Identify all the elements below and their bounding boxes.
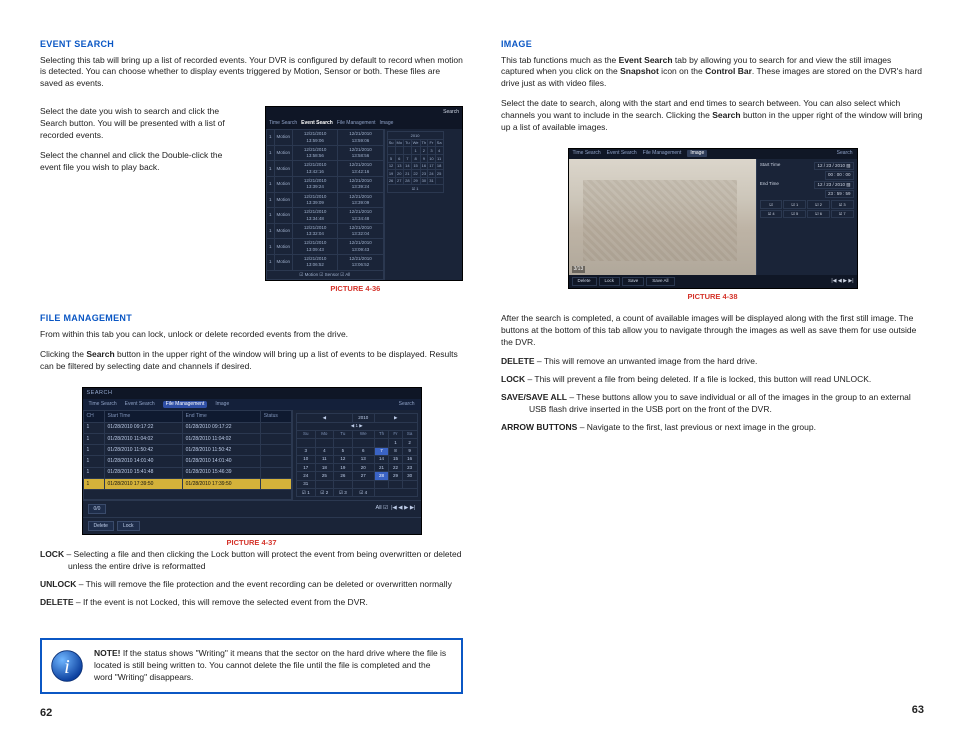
ss37-tab-time: Time Search: [89, 401, 117, 408]
ss37-tab-event: Event Search: [125, 401, 155, 408]
ss36-tab-event: Event Search: [301, 120, 333, 127]
ss37-page: 0/0: [88, 504, 107, 514]
ss38-tab-event: Event Search: [607, 150, 637, 157]
def-delete-r: DELETE – This will remove an unwanted im…: [501, 356, 924, 368]
ss37-side: ◀2010▶ ◀ 1 ▶ SuMoTuWeThFrSa 12 3456789 1…: [292, 410, 420, 500]
page-number-right: 63: [501, 691, 924, 718]
screenshot-4-37: SEARCH Time Search Event Search File Man…: [82, 387, 422, 536]
ss38-search: Search: [837, 150, 853, 157]
caption-4-36: PICTURE 4-36: [248, 284, 463, 295]
ss38-end-date: 12 / 23 / 2010 ▧: [814, 181, 853, 189]
def-save-r: SAVE/SAVE ALL – These buttons allow you …: [501, 392, 924, 416]
def-lock-r: LOCK – This will prevent a file from bei…: [501, 374, 924, 386]
ss38-counter: 3/13: [572, 266, 586, 273]
note-box: i NOTE! If the status shows "Writing" it…: [40, 638, 463, 694]
event-search-p2: Select the date you wish to search and c…: [40, 106, 236, 142]
ss36-search: Search: [443, 109, 459, 115]
ss38-start-time: 00 : 00 : 00: [825, 171, 854, 179]
ss37-all: All ☑: [376, 505, 389, 513]
figure-4-36-row: Select the date you wish to search and c…: [40, 106, 463, 294]
note-text: NOTE! If the status shows "Writing" it m…: [94, 648, 451, 684]
ss37-lock: Lock: [117, 521, 140, 531]
ss37-tab-image: Image: [215, 401, 229, 408]
ss37-nav: |◀ ◀ ▶ ▶|: [391, 505, 415, 513]
heading-image: IMAGE: [501, 38, 924, 51]
file-mgmt-p2: Clicking the Search button in the upper …: [40, 349, 463, 373]
def-arrow-r: ARROW BUTTONS – Navigate to the first, l…: [501, 422, 924, 434]
svg-text:i: i: [64, 656, 70, 678]
ss36-side: 2010 SuMoTuWeThFrSa 1234 567891011 12131…: [384, 129, 462, 280]
ss38-side: Start Time12 / 23 / 2010 ▧ 00 : 00 : 00 …: [756, 159, 857, 275]
image-p2: Select the date to search, along with th…: [501, 98, 924, 134]
event-search-p3: Select the channel and click the Double-…: [40, 150, 236, 174]
figure-4-36-wrap: Search Time Search Event Search File Man…: [248, 106, 463, 294]
ss36-tab-image: Image: [380, 120, 394, 127]
heading-file-management: FILE MANAGEMENT: [40, 312, 463, 325]
figure-4-36-text: Select the date you wish to search and c…: [40, 106, 236, 181]
image-after: After the search is completed, a count o…: [501, 313, 924, 349]
image-p1: This tab functions much as the Event Sea…: [501, 55, 924, 91]
file-mgmt-p1: From within this tab you can lock, unloc…: [40, 329, 463, 341]
ss37-header: SEARCH: [83, 388, 421, 400]
figure-4-38-wrap: Time Search Event Search File Management…: [501, 142, 924, 303]
ss38-tab-file: File Management: [643, 150, 682, 157]
ss38-lock: Lock: [599, 277, 621, 286]
ss38-tabs: Time Search Event Search File Management…: [569, 149, 857, 159]
page-number-left: 62: [40, 694, 463, 721]
event-search-p1: Selecting this tab will bring up a list …: [40, 55, 463, 91]
def-lock: LOCK – Selecting a file and then clickin…: [40, 549, 463, 573]
ss37-search: Search: [399, 401, 415, 408]
figure-4-37-wrap: SEARCH Time Search Event Search File Man…: [40, 381, 463, 549]
ss38-delete: Delete: [572, 277, 597, 286]
ss36-tabs: Time Search Event Search File Management…: [266, 118, 462, 129]
ss37-delete: Delete: [88, 521, 114, 531]
ss38-start-label: Start Time: [760, 162, 781, 170]
right-column: IMAGE This tab functions much as the Eve…: [501, 38, 924, 718]
ss38-end-label: End Time: [760, 181, 779, 189]
caption-4-37: PICTURE 4-37: [40, 538, 463, 549]
ss37-tabs: Time Search Event Search File Management…: [83, 399, 421, 410]
ss38-start-date: 12 / 23 / 2010 ▧: [814, 162, 853, 170]
ss38-save: Save: [622, 277, 644, 286]
ss38-footer: Delete Lock Save Save All |◀ ◀ ▶ ▶|: [569, 275, 857, 288]
screenshot-4-36: Search Time Search Event Search File Man…: [265, 106, 463, 281]
heading-event-search: EVENT SEARCH: [40, 38, 463, 51]
left-column: EVENT SEARCH Selecting this tab will bri…: [40, 38, 463, 718]
def-delete: DELETE – If the event is not Locked, thi…: [40, 597, 463, 609]
ss37-footer2: Delete Lock: [83, 517, 421, 534]
ss36-table: 1Motion12/21/2010 13:59:0612/21/2010 13:…: [266, 129, 384, 280]
def-unlock: UNLOCK – This will remove the file prote…: [40, 579, 463, 591]
ss38-channels: ☑☑ 1☑ 2☑ 3 ☑ 4☑ 5☑ 6☑ 7: [760, 200, 854, 218]
ss38-end-time: 23 : 59 : 59: [825, 190, 854, 198]
info-icon: i: [50, 649, 84, 683]
ss36-tab-file: File Management: [337, 120, 376, 127]
ss38-saveall: Save All: [646, 277, 674, 286]
ss37-tab-file: File Management: [163, 401, 208, 408]
ss37-footer: 0/0 All ☑ |◀ ◀ ▶ ▶|: [83, 500, 421, 517]
ss38-tab-time: Time Search: [573, 150, 601, 157]
caption-4-38: PICTURE 4-38: [501, 292, 924, 303]
ss38-nav: |◀ ◀ ▶ ▶|: [831, 278, 853, 285]
ss37-table: CHStart TimeEnd TimeStatus 101/28/2010 0…: [83, 410, 293, 500]
ss38-tab-image: Image: [687, 150, 707, 157]
screenshot-4-38: Time Search Event Search File Management…: [568, 148, 858, 289]
ss38-preview-image: 3/13: [569, 159, 756, 275]
ss36-tab-time: Time Search: [269, 120, 297, 127]
